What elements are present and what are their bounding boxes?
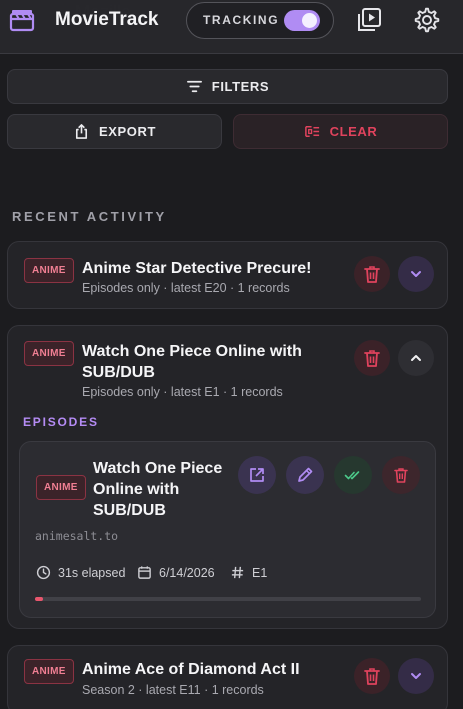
- trash-icon: [364, 266, 380, 283]
- elapsed-meta: 31s elapsed: [36, 565, 125, 580]
- clear-list-icon: [304, 126, 319, 137]
- tracking-toggle[interactable]: TRACKING: [186, 2, 334, 39]
- activity-title: Anime Star Detective Precure!: [82, 260, 312, 277]
- open-link-button[interactable]: [238, 456, 276, 494]
- trash-icon: [364, 668, 380, 685]
- expand-button[interactable]: [398, 256, 434, 292]
- trash-icon: [364, 350, 380, 367]
- clock-icon: [36, 565, 51, 580]
- type-badge: ANIME: [24, 659, 74, 684]
- date-text: 6/14/2026: [159, 565, 215, 580]
- activity-title: Watch One Piece Online with SUB/DUB: [82, 343, 302, 381]
- calendar-icon: [138, 566, 151, 579]
- tracking-switch[interactable]: [284, 10, 320, 31]
- chevron-down-icon: [411, 673, 421, 679]
- watch-progress-fill: [35, 597, 43, 601]
- filters-button[interactable]: FILTERS: [7, 69, 448, 104]
- activity-title: Anime Ace of Diamond Act II: [82, 661, 300, 678]
- pencil-icon: [298, 467, 313, 482]
- episodes-title: EPISODES: [23, 415, 99, 429]
- chevron-up-icon: [411, 355, 421, 361]
- activity-subtitle: Season 2 · latest E11 · 1 records: [82, 683, 264, 697]
- app-header: MovieTrack TRACKING: [0, 0, 463, 54]
- episode-number-text: E1: [252, 565, 268, 580]
- elapsed-text: 31s elapsed: [58, 565, 126, 580]
- clear-label: CLEAR: [329, 124, 378, 139]
- type-badge: ANIME: [24, 341, 74, 366]
- delete-button[interactable]: [354, 256, 390, 292]
- chevron-down-icon: [411, 271, 421, 277]
- episode-domain: animesalt.to: [35, 529, 119, 543]
- filter-lines-icon: [186, 80, 202, 93]
- delete-button[interactable]: [354, 340, 390, 376]
- external-link-icon: [250, 468, 264, 482]
- trash-icon: [394, 468, 408, 483]
- mark-watched-button[interactable]: [334, 456, 372, 494]
- app-title: MovieTrack: [55, 9, 159, 30]
- clapperboard-icon: [9, 10, 35, 32]
- edit-button[interactable]: [286, 456, 324, 494]
- collapse-button[interactable]: [398, 340, 434, 376]
- activity-subtitle: Episodes only · latest E20 · 1 records: [82, 281, 290, 295]
- activity-card[interactable]: ANIME Anime Ace of Diamond Act II Season…: [7, 645, 448, 709]
- episode-title: Watch One Piece Online with SUB/DUB: [93, 460, 223, 519]
- activity-card[interactable]: ANIME Anime Star Detective Precure! Epis…: [7, 241, 448, 309]
- hash-icon: [231, 566, 244, 579]
- activity-subtitle: Episodes only · latest E1 · 1 records: [82, 385, 283, 399]
- watch-progress-bar: [35, 597, 421, 601]
- date-meta: 6/14/2026: [137, 565, 215, 580]
- delete-episode-button[interactable]: [382, 456, 420, 494]
- share-export-icon: [75, 124, 87, 139]
- delete-button[interactable]: [354, 658, 390, 694]
- export-label: EXPORT: [98, 124, 157, 139]
- double-check-icon: [344, 471, 360, 480]
- expand-button[interactable]: [398, 658, 434, 694]
- type-badge: ANIME: [36, 475, 86, 500]
- episode-card: ANIME Watch One Piece Online with SUB/DU…: [19, 441, 436, 618]
- export-button[interactable]: EXPORT: [7, 114, 222, 149]
- type-badge: ANIME: [24, 258, 74, 283]
- clear-button[interactable]: CLEAR: [233, 114, 448, 149]
- play-library-icon[interactable]: [355, 6, 383, 34]
- gear-icon[interactable]: [413, 6, 441, 34]
- tracking-label: TRACKING: [203, 13, 280, 27]
- filters-label: FILTERS: [211, 79, 270, 94]
- recent-activity-title: RECENT ACTIVITY: [12, 209, 167, 224]
- episode-number-meta: E1: [230, 565, 267, 580]
- tracking-switch-knob: [302, 13, 317, 28]
